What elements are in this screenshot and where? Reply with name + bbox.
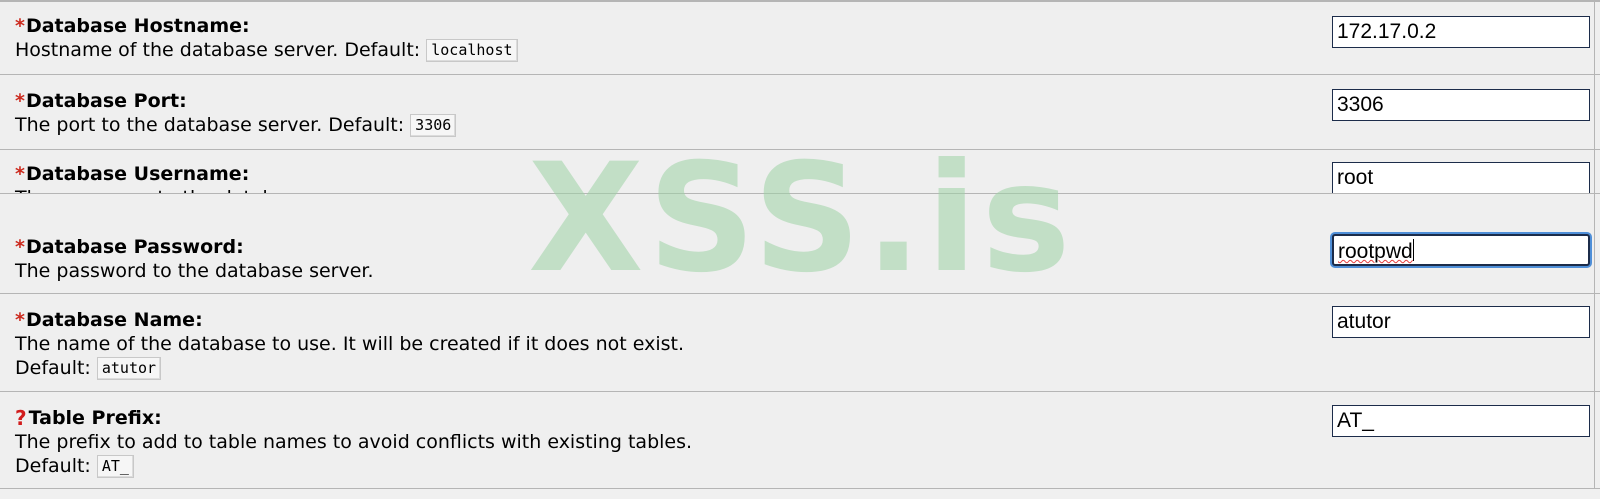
field-label-text: Database Port: [25,90,187,112]
field-label: *Database Hostname: [15,14,518,38]
database-port-input[interactable] [1332,89,1590,121]
form-row-table-prefix: ? Table Prefix: The prefix to add to tabl… [0,391,1600,489]
form-row-port: *Database Port: The port to the database… [0,74,1600,149]
field-label-text: Database Name: [25,309,203,331]
required-marker: * [15,309,25,331]
database-name-input[interactable] [1332,306,1590,338]
default-label: Default: [15,455,97,477]
field-description: The port to the database server. Default… [15,113,457,137]
field-label-text: Database Hostname: [25,15,250,37]
table-prefix-input[interactable] [1332,405,1590,437]
field-label-text: Table Prefix: [28,407,162,429]
field-label-text: Database Username: [25,163,250,185]
form-row-dbname: *Database Name: The name of the database… [0,293,1600,391]
help-question-icon[interactable]: ? [15,406,27,430]
field-label: *Database Name: [15,308,684,332]
default-label: Default: [15,357,97,379]
database-hostname-input[interactable] [1332,16,1590,48]
field-description-text: Hostname of the database server. Default… [15,39,427,61]
field-label-text: Database Password: [25,236,244,258]
field-description-text: The port to the database server. Default… [15,114,411,136]
default-value: 3306 [410,114,457,137]
field-description: Hostname of the database server. Default… [15,38,518,62]
database-username-input[interactable] [1332,162,1590,194]
default-value: AT_ [96,455,134,478]
database-settings-form: *Database Hostname: Hostname of the data… [0,0,1600,489]
field-label: *Database Password: [15,235,374,259]
field-default-line: Default: atutor [15,356,684,380]
default-value: localhost [426,39,518,62]
database-password-input[interactable]: rootpwd [1332,234,1590,266]
form-row-hostname: *Database Hostname: Hostname of the data… [0,0,1600,74]
field-label: ? Table Prefix: [15,405,692,430]
text-caret [1412,239,1414,261]
field-description: The prefix to add to table names to avoi… [15,431,693,453]
field-description: The name of the database to use. It will… [15,333,685,355]
password-value-text: rootpwd [1338,240,1413,263]
required-marker: * [15,163,25,185]
field-label: *Database Username: [15,162,378,186]
required-marker: * [15,15,25,37]
required-marker: * [15,90,25,112]
field-label: *Database Port: [15,89,456,113]
field-description: The password to the database server. [15,260,374,282]
form-row-password: *Database Password: The password to the … [0,193,1600,293]
required-marker: * [15,236,25,258]
default-value: atutor [96,357,162,380]
field-default-line: Default: AT_ [15,454,692,478]
form-row-username: *Database Username: The username to the … [0,149,1600,209]
